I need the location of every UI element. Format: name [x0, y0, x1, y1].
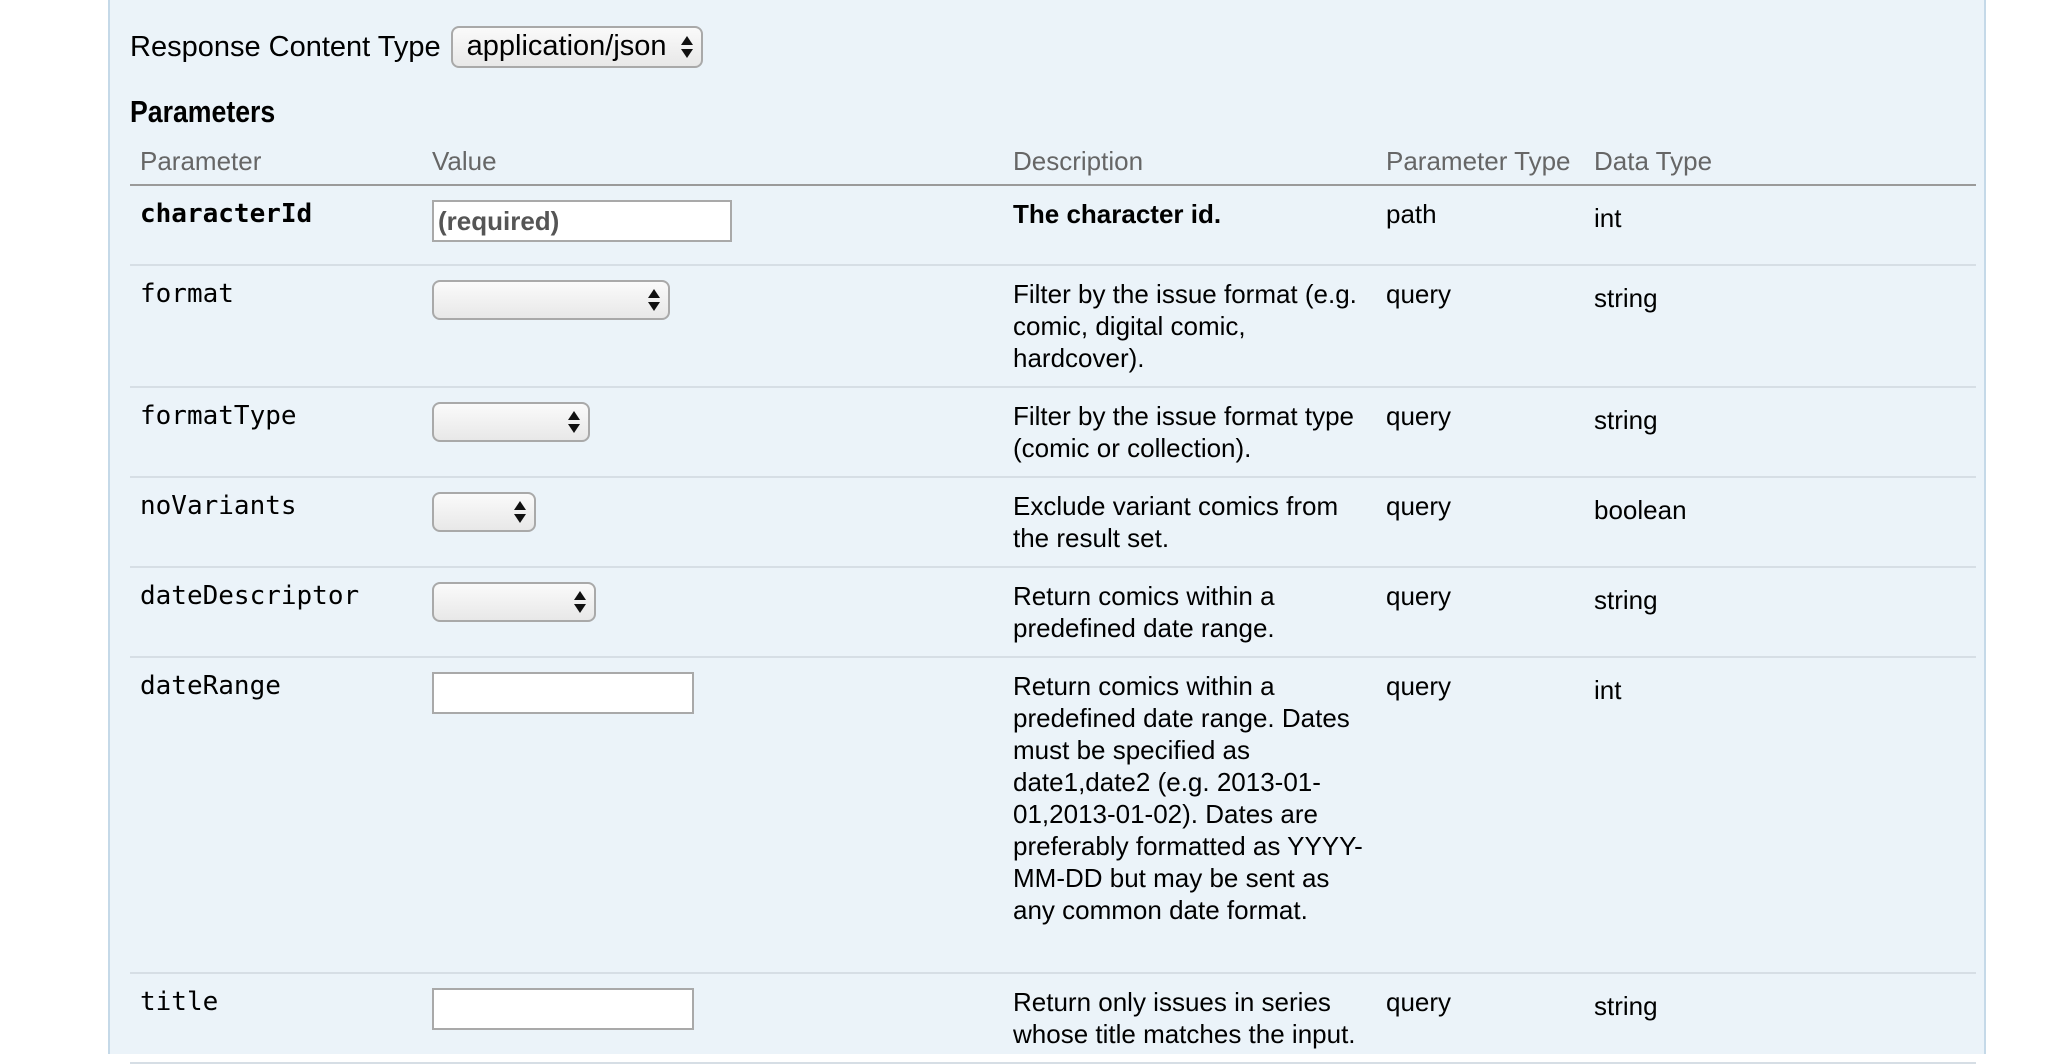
table-row: formatType Filter by the issue format ty…	[130, 387, 1976, 478]
column-header-value: Value	[422, 138, 1003, 186]
param-description: Filter by the issue format type (comic o…	[1003, 387, 1376, 478]
table-row: noVariants Exclude variant comics from t…	[130, 477, 1976, 568]
param-name: noVariants	[130, 477, 422, 568]
param-name: title	[130, 973, 422, 1064]
select-arrows-icon	[514, 501, 526, 523]
novariants-select[interactable]	[432, 492, 536, 532]
param-description: Filter by the issue format (e.g. comic, …	[1003, 265, 1376, 388]
param-data-type: string	[1584, 567, 1976, 658]
format-select[interactable]	[432, 280, 670, 320]
param-type: query	[1376, 387, 1584, 478]
response-content-type-select[interactable]: application/json	[450, 26, 703, 68]
column-header-description: Description	[1003, 138, 1376, 186]
parameters-table: Parameter Value Description Parameter Ty…	[130, 138, 1976, 1064]
parameters-header-row: Parameter Value Description Parameter Ty…	[130, 138, 1976, 186]
table-row: format Filter by the issue format (e.g. …	[130, 265, 1976, 388]
operation-panel: Response Content Type application/json P…	[108, 0, 1986, 1064]
param-name: formatType	[130, 387, 422, 478]
datedescriptor-select[interactable]	[432, 582, 596, 622]
param-type: query	[1376, 973, 1584, 1064]
param-data-type: int	[1584, 185, 1976, 266]
param-data-type: int	[1584, 657, 1976, 974]
response-content-type-value: application/json	[466, 30, 667, 62]
param-type: query	[1376, 567, 1584, 658]
param-description: Exclude variant comics from the result s…	[1003, 477, 1376, 568]
param-name: dateRange	[130, 657, 422, 974]
parameters-heading: Parameters	[130, 94, 276, 129]
table-row: dateDescriptor Return comics within a pr…	[130, 567, 1976, 658]
column-header-data-type: Data Type	[1584, 138, 1976, 186]
param-value-cell	[422, 567, 1003, 658]
param-value-cell	[422, 185, 1003, 266]
param-data-type: string	[1584, 387, 1976, 478]
table-row: characterId The character id. path int	[130, 185, 1976, 266]
response-content-type-row: Response Content Type application/json	[130, 26, 703, 68]
param-type: query	[1376, 477, 1584, 568]
param-description: Return only issues in series whose title…	[1003, 973, 1376, 1064]
param-type: path	[1376, 185, 1584, 266]
param-value-cell	[422, 387, 1003, 478]
select-arrows-icon	[648, 289, 660, 311]
param-data-type: string	[1584, 265, 1976, 388]
param-data-type: string	[1584, 973, 1976, 1064]
daterange-input[interactable]	[432, 672, 694, 714]
select-arrows-icon	[574, 591, 586, 613]
response-content-type-label: Response Content Type	[130, 30, 441, 63]
param-name: format	[130, 265, 422, 388]
select-arrows-icon	[568, 411, 580, 433]
param-description: Return comics within a predefined date r…	[1003, 567, 1376, 658]
characterid-input[interactable]	[432, 200, 732, 242]
formattype-select[interactable]	[432, 402, 590, 442]
param-value-cell	[422, 477, 1003, 568]
param-type: query	[1376, 657, 1584, 974]
param-value-cell	[422, 657, 1003, 974]
param-name: characterId	[130, 185, 422, 266]
param-description: The character id.	[1003, 185, 1376, 266]
param-value-cell	[422, 973, 1003, 1064]
column-header-parameter-type: Parameter Type	[1376, 138, 1584, 186]
select-arrows-icon	[680, 36, 693, 58]
param-type: query	[1376, 265, 1584, 388]
param-data-type: boolean	[1584, 477, 1976, 568]
param-description: Return comics within a predefined date r…	[1003, 657, 1376, 974]
param-name: dateDescriptor	[130, 567, 422, 658]
title-input[interactable]	[432, 988, 694, 1030]
table-row: dateRange Return comics within a predefi…	[130, 657, 1976, 974]
param-value-cell	[422, 265, 1003, 388]
table-row: title Return only issues in series whose…	[130, 973, 1976, 1064]
column-header-parameter: Parameter	[130, 138, 422, 186]
